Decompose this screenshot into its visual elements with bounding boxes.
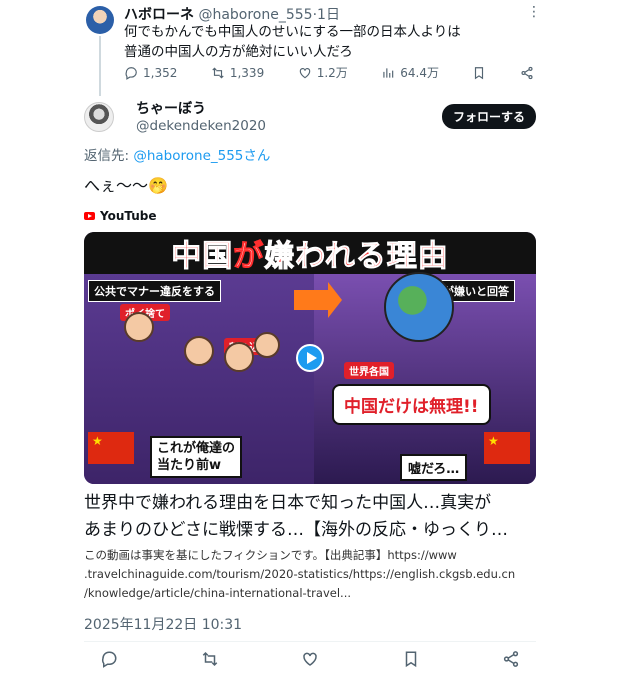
thumb-title-part: が xyxy=(233,239,265,275)
parent-author-handle[interactable]: @haborone_555 xyxy=(198,7,312,23)
author-handle[interactable]: @dekendeken2020 xyxy=(136,118,266,134)
globe-graphic xyxy=(384,272,454,342)
retweet-icon[interactable] xyxy=(201,650,219,668)
thumb-title-banner: 中国が嫌われる理由 xyxy=(84,232,536,275)
arrow-graphic xyxy=(294,282,342,318)
card-desc-line: この動画は事実を基にしたフィクションです。【出典記事】https://www xyxy=(84,548,457,562)
card-title-line: あまりのひどさに戦慄する…【海外の反応・ゆっくり… xyxy=(84,520,508,540)
bookmark-button[interactable] xyxy=(472,64,486,81)
author-avatar[interactable] xyxy=(84,102,114,132)
play-icon[interactable] xyxy=(296,344,324,372)
thumb-caption-left: 公共でマナー違反をする xyxy=(88,280,221,302)
bookmark-icon[interactable] xyxy=(402,650,420,668)
card-description: この動画は事実を基にしたフィクションです。【出典記事】https://www .… xyxy=(84,546,544,603)
parent-avatar[interactable] xyxy=(86,6,114,34)
tweet-action-bar xyxy=(100,650,520,668)
person-figure xyxy=(224,342,254,372)
thumb-tag-world: 世界各国 xyxy=(344,362,394,379)
youtube-icon xyxy=(84,212,95,220)
bookmark-icon xyxy=(472,66,486,80)
card-source-label: YouTube xyxy=(100,209,157,223)
thread-connector xyxy=(99,36,101,96)
thumb-title-part: 中国 xyxy=(171,239,234,275)
bubble-line: 当たり前w xyxy=(157,458,222,473)
parent-text-line: 普通の中国人の方が絶対にいい人だろ xyxy=(124,44,353,60)
tweet-column: ハボローネ @haborone_555·1日 ⋮ 何でもかんでも中国人のせいにす… xyxy=(70,0,550,680)
thumb-title-part: 嫌われる理由 xyxy=(264,239,449,275)
card-desc-line: .travelchinaguide.com/tourism/2020-stati… xyxy=(84,567,516,581)
person-figure xyxy=(124,312,154,342)
views-count: 64.4万 xyxy=(400,66,439,80)
share-button[interactable] xyxy=(520,64,534,81)
parent-header: ハボローネ @haborone_555·1日 xyxy=(124,4,340,24)
parent-tweet-text: 何でもかんでも中国人のせいにする一部の日本人よりは 普通の中国人の方が絶対にいい… xyxy=(124,22,544,62)
like-count: 1.2万 xyxy=(316,66,348,80)
views-button[interactable]: 64.4万 xyxy=(381,64,439,81)
thumb-illustration-people xyxy=(124,312,284,412)
parent-text-line: 何でもかんでも中国人のせいにする一部の日本人よりは xyxy=(124,24,461,40)
person-figure xyxy=(254,332,280,358)
author-name[interactable]: ちゃーぼう xyxy=(136,98,206,118)
views-icon xyxy=(381,66,395,80)
reply-icon xyxy=(124,66,138,80)
reply-to-prefix: 返信先: xyxy=(84,148,134,164)
card-title-line: 世界中で嫌われる理由を日本で知った中国人…真実が xyxy=(84,493,492,513)
reply-button[interactable]: 1,352 xyxy=(124,64,177,81)
thumb-bubble-right: 中国だけは無理!! xyxy=(332,384,491,425)
video-thumbnail[interactable]: 中国が嫌われる理由 公共でマナー違反をする ポイ捨て 割り込み これが俺達の 当… xyxy=(84,232,536,484)
retweet-button[interactable]: 1,339 xyxy=(211,64,264,81)
share-icon xyxy=(520,66,534,80)
thumb-title-text: 中国が嫌われる理由 xyxy=(171,232,449,275)
follow-button[interactable]: フォローする xyxy=(441,104,536,129)
china-flag-left xyxy=(88,432,134,464)
card-source: YouTube xyxy=(84,209,157,223)
like-icon xyxy=(298,66,312,80)
reply-to-line: 返信先: @haborone_555さん xyxy=(84,144,270,164)
card-title[interactable]: 世界中で嫌われる理由を日本で知った中国人…真実が あまりのひどさに戦慄する…【海… xyxy=(84,490,536,544)
parent-time[interactable]: 1日 xyxy=(317,7,340,23)
card-desc-line: /knowledge/article/china-international-t… xyxy=(84,586,351,600)
thumb-bubble-left: これが俺達の 当たり前w xyxy=(150,436,243,478)
reply-to-link[interactable]: @haborone_555さん xyxy=(133,148,270,164)
more-icon[interactable]: ⋮ xyxy=(527,4,541,20)
share-icon[interactable] xyxy=(502,650,520,668)
like-button[interactable]: 1.2万 xyxy=(298,64,348,81)
reply-count: 1,352 xyxy=(143,65,178,80)
like-icon[interactable] xyxy=(301,650,319,668)
bubble-line: これが俺達の xyxy=(157,441,236,456)
reply-icon[interactable] xyxy=(100,650,118,668)
china-flag-right xyxy=(484,432,530,464)
retweet-icon xyxy=(211,66,225,80)
divider xyxy=(84,641,536,642)
person-figure xyxy=(184,336,214,366)
retweet-count: 1,339 xyxy=(229,65,265,80)
tweet-timestamp[interactable]: 2025年11月22日 10:31 xyxy=(84,614,242,634)
parent-action-bar: 1,352 1,339 1.2万 64.4万 xyxy=(124,64,534,81)
tweet-text: へぇ〜〜🤭 xyxy=(84,176,168,195)
thumb-bubble-small: 嘘だろ… xyxy=(400,454,468,481)
parent-author-name[interactable]: ハボローネ xyxy=(124,7,194,23)
